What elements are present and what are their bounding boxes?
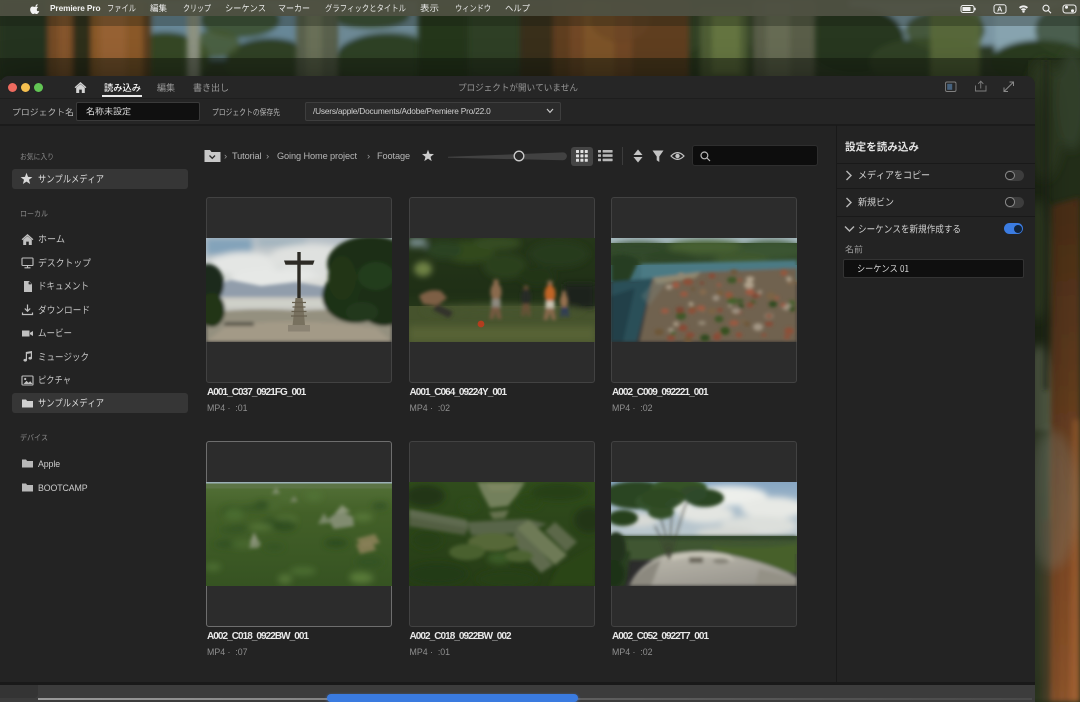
svg-text:A: A (997, 5, 1003, 14)
